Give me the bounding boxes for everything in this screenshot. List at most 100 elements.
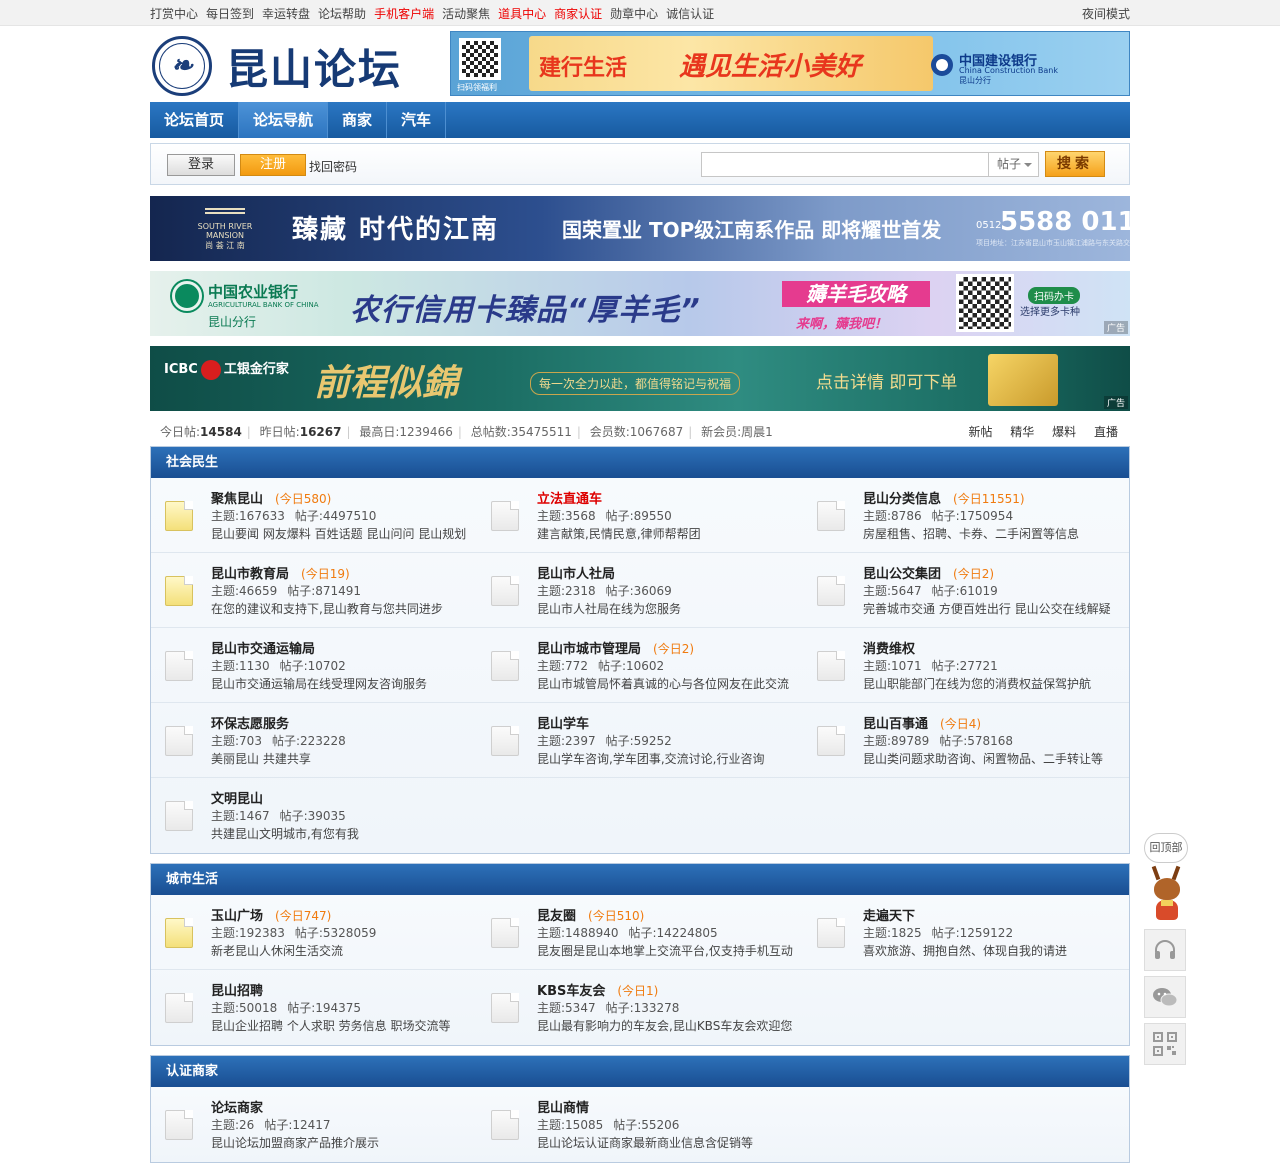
board-name[interactable]: 立法直通车 bbox=[537, 488, 602, 507]
forum-board[interactable]: 昆山百事通 (今日4) 主题:89789 帖子:578168 昆山类问题求助咨询、闲置物… bbox=[803, 703, 1129, 778]
search-type-select[interactable]: 帖子 bbox=[989, 152, 1039, 177]
forum-board[interactable]: 立法直通车 主题:3568 帖子:89550 建言献策,民情民意,律师帮帮团 bbox=[477, 478, 803, 553]
nav-item-forum-home[interactable]: 论坛首页 bbox=[150, 102, 240, 138]
top-link-medal-center[interactable]: 勋章中心 bbox=[610, 5, 658, 22]
board-counts: 主题:1467 帖子:39035 bbox=[211, 807, 346, 824]
board-counts: 主题:89789 帖子:578168 bbox=[863, 732, 1013, 749]
category-title[interactable]: 城市生活 bbox=[151, 864, 1129, 895]
board-name[interactable]: KBS车友会 (今日1) bbox=[537, 980, 658, 999]
forum-board[interactable]: 环保志愿服务 主题:703 帖子:223228 美丽昆山 共建共享 bbox=[151, 703, 477, 778]
login-button[interactable]: 登录 bbox=[167, 154, 235, 176]
top-link-merchant-cert[interactable]: 商家认证 bbox=[554, 5, 602, 22]
forum-board[interactable]: 昆山市城市管理局 (今日2) 主题:772 帖子:10602 昆山市城管局怀着真诚的心与… bbox=[477, 628, 803, 703]
board-topics: 主题:89789 bbox=[863, 734, 930, 748]
top-link-activity-focus[interactable]: 活动聚焦 bbox=[442, 5, 490, 22]
board-description: 昆友圈是昆山本地掌上交流平台,仅支持手机互动 bbox=[537, 944, 793, 958]
board-name[interactable]: 消费维权 bbox=[863, 638, 915, 657]
board-name[interactable]: 文明昆山 bbox=[211, 788, 263, 807]
register-button[interactable]: 注册 bbox=[240, 154, 306, 176]
board-name[interactable]: 玉山广场 (今日747) bbox=[211, 905, 331, 924]
banner2-bank-english: AGRICULTURAL BANK OF CHINA bbox=[208, 301, 319, 309]
forum-board[interactable]: 玉山广场 (今日747) 主题:192383 帖子:5328059 新老昆山人休闲生活交… bbox=[151, 895, 477, 970]
stat-total-label: 总帖数: bbox=[470, 425, 511, 439]
forum-board[interactable]: 昆山市教育局 (今日19) 主题:46659 帖子:871491 在您的建议和支持下,昆… bbox=[151, 553, 477, 628]
ccb-bank-branch: 昆山分行 bbox=[959, 76, 991, 85]
forum-board[interactable]: 论坛商家 主题:26 帖子:12417 昆山论坛加盟商家产品推介展示 bbox=[151, 1087, 477, 1162]
board-name[interactable]: 走遍天下 bbox=[863, 905, 915, 924]
icbc-name: ICBC bbox=[164, 362, 198, 377]
top-link-prop-center[interactable]: 道具中心 bbox=[498, 5, 546, 22]
back-to-top-button[interactable]: 回顶部 bbox=[1144, 833, 1188, 863]
forum-board[interactable]: 走遍天下 主题:1825 帖子:1259122 喜欢旅游、拥抱自然、体现自我的请进 bbox=[803, 895, 1129, 970]
category-title[interactable]: 认证商家 bbox=[151, 1056, 1129, 1087]
tab-new-posts[interactable]: 新帖 bbox=[968, 425, 992, 439]
forum-board[interactable]: 昆山学车 主题:2397 帖子:59252 昆山学车咨询,学车团事,交流讨论,行业咨询 bbox=[477, 703, 803, 778]
banner-icbc-gold-ad[interactable]: ICBC 工银金行家 前程似錦 每一次全力以赴，都值得铭记与祝福 点击详情 即可下… bbox=[150, 346, 1130, 411]
forum-board[interactable]: 昆山招聘 主题:50018 帖子:194375 昆山企业招聘 个人求职 劳务信息 职场… bbox=[151, 970, 477, 1045]
find-password-link[interactable]: 找回密码 bbox=[309, 158, 357, 175]
search-input[interactable] bbox=[701, 152, 989, 177]
tab-live[interactable]: 直播 bbox=[1094, 425, 1118, 439]
category-title[interactable]: 社会民生 bbox=[151, 447, 1129, 478]
top-link-forum-help[interactable]: 论坛帮助 bbox=[318, 5, 366, 22]
top-link-mobile-client[interactable]: 手机客户端 bbox=[374, 5, 434, 22]
board-name[interactable]: 论坛商家 bbox=[211, 1097, 263, 1116]
board-name[interactable]: 昆山招聘 bbox=[211, 980, 263, 999]
board-name[interactable]: 昆山市教育局 (今日19) bbox=[211, 563, 350, 582]
forum-board[interactable]: 聚焦昆山 (今日580) 主题:167633 帖子:4497510 昆山要闻 网友爆料 … bbox=[151, 478, 477, 553]
customer-service-button[interactable] bbox=[1144, 929, 1186, 971]
board-name[interactable]: 昆山市交通运输局 bbox=[211, 638, 315, 657]
tab-featured[interactable]: 精华 bbox=[1010, 425, 1034, 439]
board-counts: 主题:1071 帖子:27721 bbox=[863, 657, 998, 674]
board-posts: 帖子:39035 bbox=[279, 809, 346, 823]
banner1-phone: 5588 0111 bbox=[1000, 207, 1130, 237]
board-name[interactable]: 昆山分类信息 (今日11551) bbox=[863, 488, 1025, 507]
board-name[interactable]: 环保志愿服务 bbox=[211, 713, 289, 732]
board-name[interactable]: 昆山商情 bbox=[537, 1097, 589, 1116]
board-posts: 帖子:10602 bbox=[597, 659, 665, 673]
board-name[interactable]: 昆山市人社局 bbox=[537, 563, 615, 582]
tab-breaking[interactable]: 爆料 bbox=[1052, 425, 1076, 439]
board-folder-icon bbox=[817, 651, 845, 681]
board-name[interactable]: 聚焦昆山 (今日580) bbox=[211, 488, 331, 507]
forum-board[interactable]: 昆山市交通运输局 主题:1130 帖子:10702 昆山市交通运输局在线受理网友咨询服… bbox=[151, 628, 477, 703]
forum-board[interactable]: 文明昆山 主题:1467 帖子:39035 共建昆山文明城市,有您有我 bbox=[151, 778, 477, 853]
board-name-text: KBS车友会 bbox=[537, 984, 606, 999]
board-name[interactable]: 昆山学车 bbox=[537, 713, 589, 732]
top-link-integrity-cert[interactable]: 诚信认证 bbox=[666, 5, 714, 22]
top-links: 打赏中心 每日签到 幸运转盘 论坛帮助 手机客户端 活动聚焦 道具中心 商家认证… bbox=[150, 5, 722, 22]
nav-item-cars[interactable]: 汽车 bbox=[387, 102, 447, 138]
wechat-button[interactable] bbox=[1144, 976, 1186, 1018]
forum-board[interactable]: KBS车友会 (今日1) 主题:5347 帖子:133278 昆山最有影响力的车友会,昆… bbox=[477, 970, 803, 1045]
site-logo[interactable]: ❧ 昆山论坛 bbox=[152, 35, 412, 97]
forum-board[interactable]: 昆山市人社局 主题:2318 帖子:36069 昆山市人社局在线为您服务 bbox=[477, 553, 803, 628]
top-link-daily-checkin[interactable]: 每日签到 bbox=[206, 5, 254, 22]
ccb-ad-banner[interactable]: 扫码领福利 建行生活 遇见生活小美好 中国建设银行 China Construc… bbox=[450, 31, 1130, 96]
board-name[interactable]: 昆友圈 (今日510) bbox=[537, 905, 644, 924]
nav-item-forum-guide[interactable]: 论坛导航 bbox=[239, 102, 329, 138]
qr-code-icon bbox=[459, 38, 501, 80]
forum-board[interactable]: 昆友圈 (今日510) 主题:1488940 帖子:14224805 昆友圈是昆山本地掌… bbox=[477, 895, 803, 970]
qr-code-button[interactable] bbox=[1144, 1023, 1186, 1065]
banner-real-estate-ad[interactable]: SOUTH RIVER MANSION 尚 荟 江 南 臻藏 时代的江南 国荣置… bbox=[150, 196, 1130, 261]
night-mode-toggle[interactable]: 夜间模式 bbox=[1082, 5, 1130, 22]
board-topics: 主题:5647 bbox=[863, 584, 922, 598]
top-link-lucky-wheel[interactable]: 幸运转盘 bbox=[262, 5, 310, 22]
deer-mascot-icon[interactable] bbox=[1144, 865, 1188, 924]
forum-board[interactable]: 昆山商情 主题:15085 帖子:55206 昆山论坛认证商家最新商业信息含促销等 bbox=[477, 1087, 803, 1162]
stat-newest-member[interactable]: 周晨1 bbox=[741, 425, 773, 439]
board-description: 建言献策,民情民意,律师帮帮团 bbox=[537, 527, 701, 541]
nav-item-merchants[interactable]: 商家 bbox=[328, 102, 388, 138]
board-name[interactable]: 昆山百事通 (今日4) bbox=[863, 713, 981, 732]
category-body: 聚焦昆山 (今日580) 主题:167633 帖子:4497510 昆山要闻 网友爆料 … bbox=[151, 478, 1129, 853]
forum-board[interactable]: 昆山公交集团 (今日2) 主题:5647 帖子:61019 完善城市交通 方便百姓出行 … bbox=[803, 553, 1129, 628]
board-posts: 帖子:59252 bbox=[605, 734, 672, 748]
top-link-reward-center[interactable]: 打赏中心 bbox=[150, 5, 198, 22]
forum-board[interactable]: 消费维权 主题:1071 帖子:27721 昆山职能部门在线为您的消费权益保驾护航 bbox=[803, 628, 1129, 703]
board-name[interactable]: 昆山公交集团 (今日2) bbox=[863, 563, 994, 582]
forum-board[interactable]: 昆山分类信息 (今日11551) 主题:8786 帖子:1750954 房屋租售、招聘、… bbox=[803, 478, 1129, 553]
board-posts: 帖子:5328059 bbox=[294, 926, 377, 940]
board-name[interactable]: 昆山市城市管理局 (今日2) bbox=[537, 638, 694, 657]
search-button[interactable]: 搜索 bbox=[1045, 151, 1105, 177]
banner-abc-credit-card-ad[interactable]: 中国农业银行 AGRICULTURAL BANK OF CHINA 昆山分行 农… bbox=[150, 271, 1130, 336]
